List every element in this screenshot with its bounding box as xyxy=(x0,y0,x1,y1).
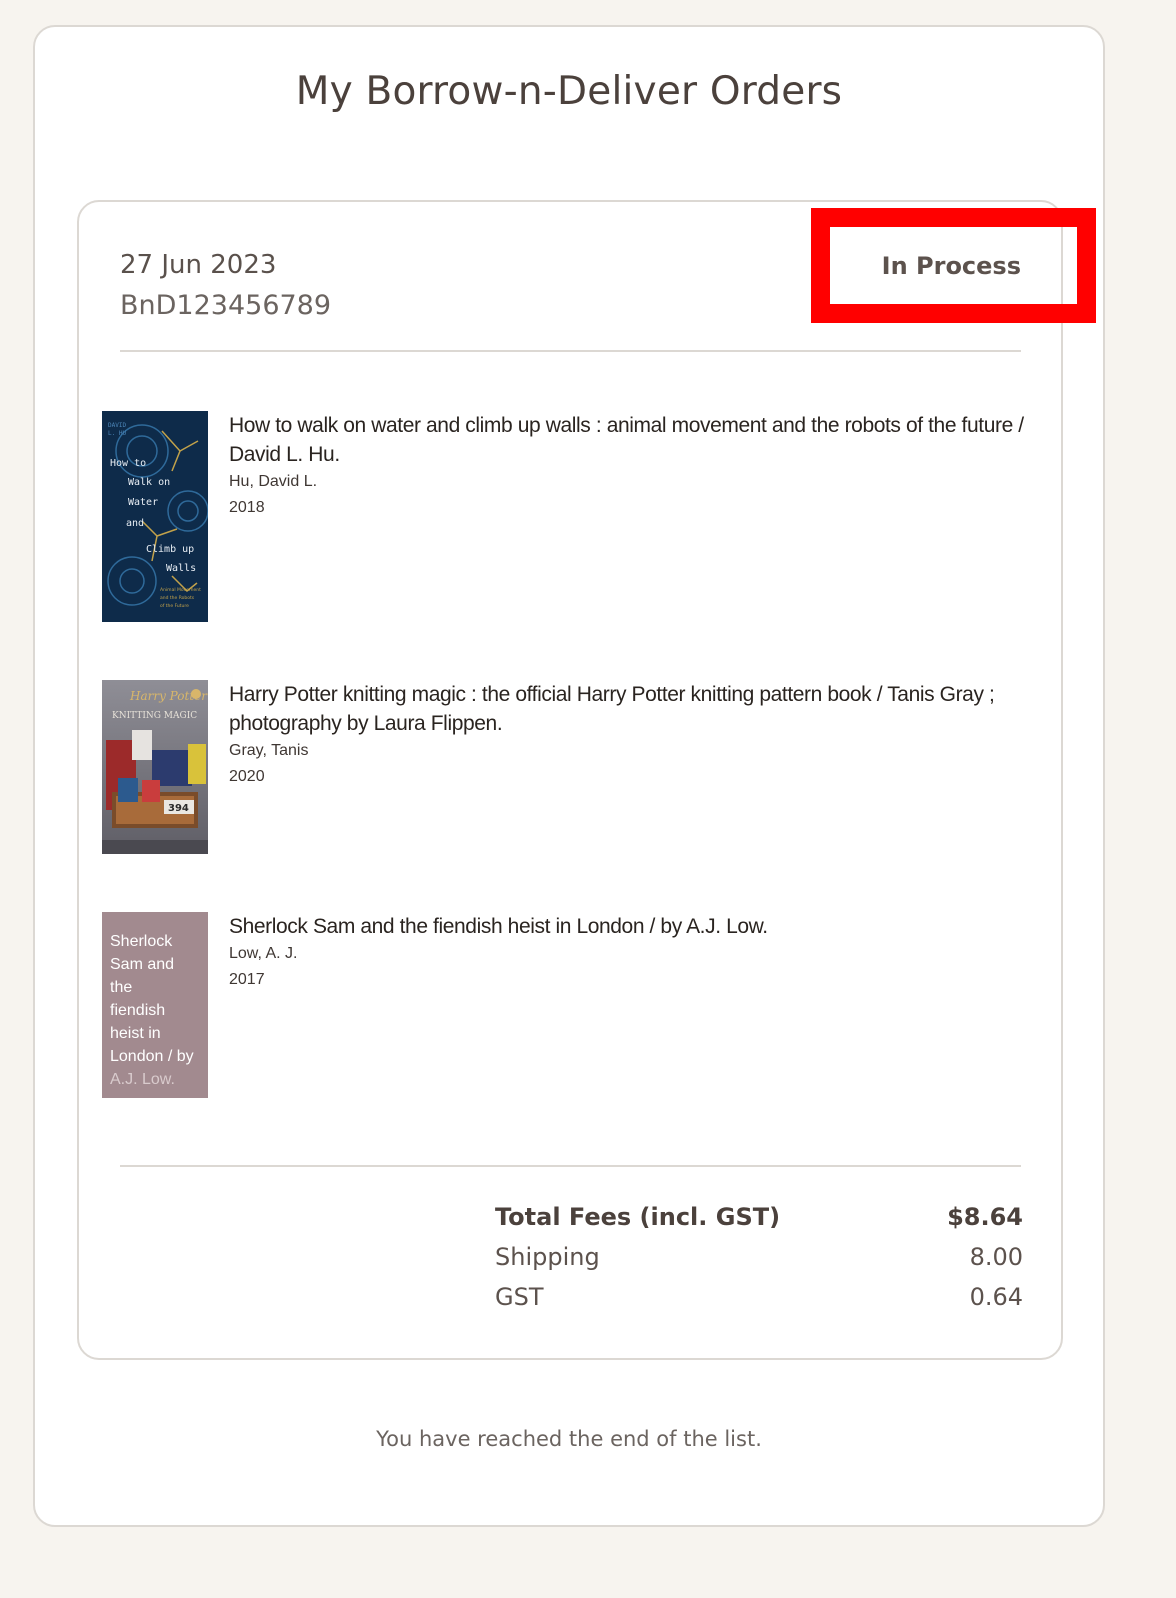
book-info: How to walk on water and climb up walls … xyxy=(229,411,1039,521)
svg-text:and: and xyxy=(126,518,144,529)
book-cover-art: DAVID L. HU How to Walk on Water and Cli… xyxy=(102,411,208,622)
fee-row-gst: GST 0.64 xyxy=(495,1277,1023,1317)
fees-divider xyxy=(120,1165,1021,1167)
book-info: Sherlock Sam and the fiendish heist in L… xyxy=(229,912,1039,993)
book-year: 2017 xyxy=(229,971,265,988)
svg-text:and the Robots: and the Robots xyxy=(160,595,195,601)
book-cover-image[interactable]: Harry Potter KNITTING MAGIC 394 xyxy=(102,680,208,854)
page-title: My Borrow-n-Deliver Orders xyxy=(295,69,843,114)
book-title-link[interactable]: Sherlock Sam and the fiendish heist in L… xyxy=(229,912,1039,941)
book-author: Hu, David L. xyxy=(229,473,318,490)
svg-text:Walk on: Walk on xyxy=(128,477,170,488)
svg-text:of the Future: of the Future xyxy=(160,603,189,609)
cover-text-line: Sam and the xyxy=(110,956,175,996)
orders-panel: My Borrow-n-Deliver Orders 27 Jun 2023 B… xyxy=(33,25,1105,1527)
total-fees-value: $8.64 xyxy=(947,1203,1023,1231)
end-of-list-note: You have reached the end of the list. xyxy=(376,1427,762,1451)
cover-author-line2: L. HU xyxy=(108,430,126,437)
book-year: 2020 xyxy=(229,768,265,785)
book-info: Harry Potter knitting magic : the offici… xyxy=(229,680,1039,790)
shipping-value: 8.00 xyxy=(969,1243,1023,1271)
svg-text:Animal Movement: Animal Movement xyxy=(160,587,201,593)
svg-text:Water: Water xyxy=(128,497,158,508)
fee-row-total: Total Fees (incl. GST) $8.64 xyxy=(495,1197,1023,1237)
book-cover-image[interactable]: Sherlock Sam and the fiendish heist in L… xyxy=(102,912,208,1098)
order-date: 27 Jun 2023 xyxy=(120,250,277,280)
shipping-label: Shipping xyxy=(495,1243,600,1271)
book-title-link[interactable]: Harry Potter knitting magic : the offici… xyxy=(229,680,1039,738)
order-id: BnD123456789 xyxy=(120,290,332,321)
book-cover-image[interactable]: DAVID L. HU How to Walk on Water and Cli… xyxy=(102,411,208,622)
cover-text-line: Sherlock xyxy=(110,933,173,950)
svg-text:Walls: Walls xyxy=(166,563,196,574)
order-status: In Process xyxy=(881,252,1021,280)
book-cover-art: Harry Potter KNITTING MAGIC 394 xyxy=(102,680,208,854)
svg-text:How to: How to xyxy=(110,458,146,469)
order-card[interactable]: 27 Jun 2023 BnD123456789 In Process DAVI… xyxy=(77,200,1096,1360)
cover-author-line1: DAVID xyxy=(108,422,126,429)
cover-text-line: fiendish xyxy=(110,1002,166,1019)
gst-value: 0.64 xyxy=(969,1283,1023,1311)
gst-label: GST xyxy=(495,1283,544,1311)
total-fees-label: Total Fees (incl. GST) xyxy=(495,1203,781,1231)
cover-number: 394 xyxy=(168,803,189,814)
fees-summary: Total Fees (incl. GST) $8.64 Shipping 8.… xyxy=(495,1197,1023,1317)
cover-text-line: London / by xyxy=(110,1048,194,1065)
cover-text-line: heist in xyxy=(110,1025,161,1042)
book-title-link[interactable]: How to walk on water and climb up walls … xyxy=(229,411,1039,469)
book-author: Gray, Tanis xyxy=(229,742,309,759)
book-year: 2018 xyxy=(229,499,265,516)
order-header-divider xyxy=(120,350,1021,352)
fee-row-shipping: Shipping 8.00 xyxy=(495,1237,1023,1277)
svg-text:Climb up: Climb up xyxy=(146,544,194,555)
cover-text-line: A.J. Low. xyxy=(110,1071,175,1088)
cover-subtitle: KNITTING MAGIC xyxy=(112,711,197,721)
book-author: Low, A. J. xyxy=(229,945,298,962)
